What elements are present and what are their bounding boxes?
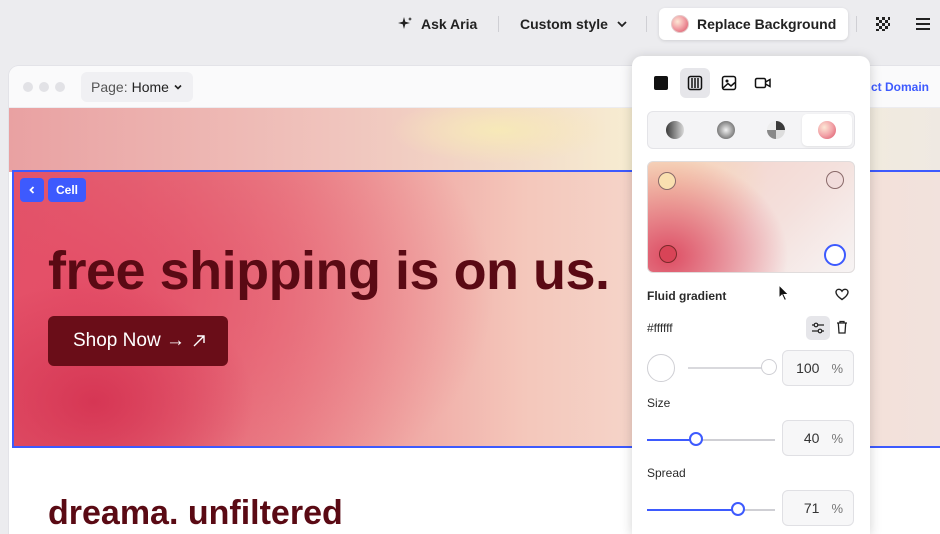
menu-button[interactable]	[915, 8, 931, 40]
gradient-fluid-option[interactable]	[801, 114, 852, 146]
gradient-radial-option[interactable]	[701, 114, 752, 146]
replace-background-button[interactable]: Replace Background	[659, 8, 849, 40]
cell-back-button[interactable]	[20, 178, 44, 202]
tab-image[interactable]	[714, 68, 744, 98]
custom-style-label: Custom style	[520, 16, 608, 32]
gradient-point-handle-selected[interactable]	[824, 244, 846, 266]
size-slider[interactable]	[647, 432, 775, 446]
tab-gradient[interactable]	[680, 68, 710, 98]
spread-unit: %	[831, 500, 843, 516]
tab-solid-color[interactable]	[646, 68, 676, 98]
section-heading[interactable]: dreama. unfiltered	[48, 494, 343, 533]
chevron-left-icon	[29, 186, 35, 194]
shop-now-button[interactable]: Shop Now →	[48, 316, 228, 366]
heart-icon[interactable]	[835, 288, 849, 301]
image-icon	[721, 75, 737, 91]
chevron-down-icon	[617, 21, 627, 28]
spread-slider-handle[interactable]	[731, 502, 745, 516]
gradient-type-selector	[647, 111, 855, 149]
radial-gradient-icon	[716, 121, 735, 139]
size-label: Size	[647, 396, 671, 410]
top-toolbar: Ask Aria Custom style Replace Background	[0, 0, 940, 48]
connect-domain-link[interactable]: ct Domain	[871, 80, 929, 94]
size-unit: %	[831, 430, 843, 446]
hamburger-menu-icon	[916, 18, 930, 30]
checkerboard-icon	[876, 17, 890, 31]
page-prefix: Page:	[91, 78, 128, 95]
opacity-value: 100	[796, 360, 820, 376]
adjust-button[interactable]	[806, 316, 830, 340]
ask-aria-label: Ask Aria	[421, 16, 478, 32]
divider	[498, 16, 499, 32]
hero-headline[interactable]: free shipping is on us.	[48, 240, 610, 302]
page-name: Home	[131, 78, 169, 95]
video-camera-icon	[754, 77, 771, 89]
ask-aria-button[interactable]: Ask Aria	[397, 8, 477, 40]
tab-video[interactable]	[748, 68, 778, 98]
opacity-slider[interactable]	[688, 359, 777, 375]
opacity-slider-handle[interactable]	[761, 359, 777, 375]
size-value: 40	[803, 430, 820, 446]
custom-style-dropdown[interactable]: Custom style	[520, 8, 628, 40]
gradient-stripes-icon	[687, 75, 703, 91]
solid-square-icon	[654, 76, 668, 90]
size-input[interactable]: 40 %	[782, 420, 854, 456]
background-type-tabs	[646, 68, 778, 98]
shop-now-label: Shop Now →	[73, 330, 185, 351]
gradient-linear-option[interactable]	[650, 114, 701, 146]
mouse-cursor-icon	[778, 284, 790, 302]
spread-slider[interactable]	[647, 502, 775, 516]
spread-value: 71	[803, 500, 820, 516]
replace-background-label: Replace Background	[697, 16, 837, 32]
chevron-down-icon	[174, 84, 182, 90]
external-link-arrow-icon	[193, 335, 205, 347]
gradient-name: Fluid gradient	[647, 289, 727, 303]
conic-gradient-icon	[767, 121, 786, 139]
pattern-button[interactable]	[875, 8, 891, 40]
page-selector[interactable]: Page: Home	[81, 71, 193, 102]
divider	[646, 16, 647, 32]
spread-slider-fill	[647, 509, 738, 511]
color-hex-value[interactable]: #ffffff	[647, 321, 673, 335]
background-panel: Fluid gradient #ffffff 100 % Size 40 % S…	[632, 56, 870, 534]
gradient-conic-option[interactable]	[751, 114, 802, 146]
gradient-point-handle[interactable]	[658, 172, 676, 190]
sparkle-icon	[398, 17, 412, 29]
color-picker-swatch[interactable]	[647, 354, 675, 382]
gradient-point-handle[interactable]	[826, 171, 844, 189]
cell-tag[interactable]: Cell	[48, 178, 87, 202]
gradient-point-handle[interactable]	[659, 245, 677, 263]
divider	[856, 16, 857, 32]
linear-gradient-icon	[666, 121, 685, 139]
window-controls	[23, 81, 65, 92]
spread-input[interactable]: 71 %	[782, 490, 854, 526]
fluid-gradient-icon	[817, 121, 836, 139]
trash-icon[interactable]	[836, 320, 848, 334]
opacity-unit: %	[831, 360, 843, 376]
size-slider-handle[interactable]	[689, 432, 703, 446]
gradient-swatch-icon	[671, 15, 689, 33]
spread-label: Spread	[647, 466, 686, 480]
opacity-input[interactable]: 100 %	[782, 350, 854, 386]
gradient-preview[interactable]	[647, 161, 855, 273]
sliders-icon	[812, 322, 824, 334]
